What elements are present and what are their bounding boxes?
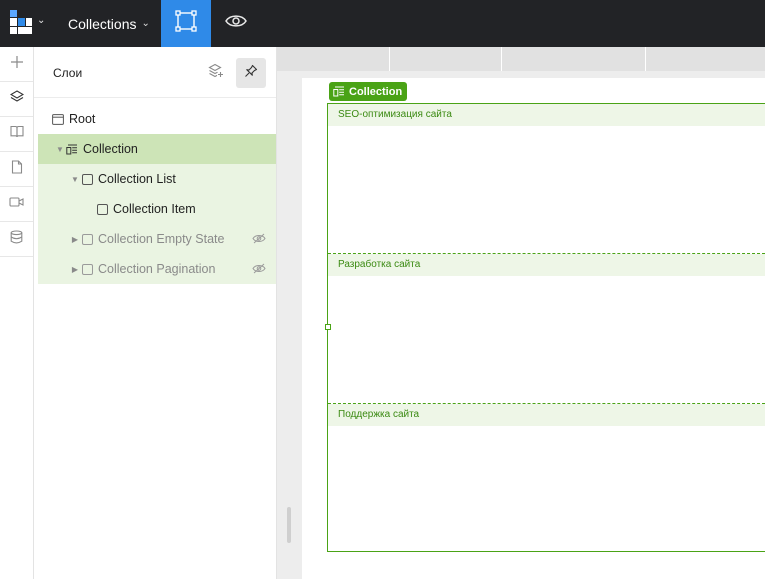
collection-badge[interactable]: Collection xyxy=(329,82,408,101)
layer-root[interactable]: Root xyxy=(38,104,276,134)
eye-hidden-icon[interactable] xyxy=(252,263,266,277)
layer-label: Collection Empty State xyxy=(98,232,225,246)
pages-panel-button[interactable] xyxy=(0,152,33,187)
database-icon xyxy=(10,229,23,249)
item-title: Разработка сайта xyxy=(328,254,765,276)
layer-label: Collection xyxy=(83,142,138,156)
media-panel-button[interactable] xyxy=(0,187,33,222)
page-selector[interactable]: Collections ⌄ xyxy=(62,0,156,47)
box-icon xyxy=(81,233,93,245)
breakpoint-bar[interactable] xyxy=(277,47,765,71)
design-mode-button[interactable] xyxy=(161,0,211,47)
layer-label: Collection Item xyxy=(113,202,196,216)
chevron-down-icon: ⌄ xyxy=(141,18,150,29)
collection-badge-label: Collection xyxy=(349,85,403,98)
layers-panel: Слои Root ▼ Collection ▼ Collection List… xyxy=(34,47,277,579)
cms-panel-button[interactable] xyxy=(0,222,33,257)
logo-icon[interactable] xyxy=(10,10,32,34)
top-bar: ⌄ Collections ⌄ xyxy=(0,0,765,47)
breakpoint-segment[interactable] xyxy=(277,47,390,71)
page-icon xyxy=(11,159,23,179)
caret-down-icon[interactable]: ▼ xyxy=(69,175,81,184)
caret-down-icon[interactable]: ▼ xyxy=(54,145,66,154)
layer-collection[interactable]: ▼ Collection xyxy=(38,134,276,164)
layer-empty-state[interactable]: ▶ Collection Empty State xyxy=(38,224,276,254)
item-title: Поддержка сайта xyxy=(328,404,765,426)
page-name: Collections xyxy=(68,15,137,32)
add-layer-icon xyxy=(208,63,224,84)
eye-hidden-icon[interactable] xyxy=(252,233,266,247)
layer-collection-list[interactable]: ▼ Collection List xyxy=(38,164,276,194)
video-icon xyxy=(9,195,24,213)
box-icon xyxy=(81,173,93,185)
breakpoint-segment[interactable] xyxy=(646,47,765,71)
box-icon xyxy=(96,203,108,215)
caret-right-icon[interactable]: ▶ xyxy=(69,265,81,274)
layer-label: Collection List xyxy=(98,172,176,186)
box-icon xyxy=(81,263,93,275)
breakpoint-segment[interactable] xyxy=(390,47,502,71)
window-icon xyxy=(52,113,64,125)
chevron-down-icon[interactable]: ⌄ xyxy=(37,15,45,26)
panel-title: Слои xyxy=(53,66,83,80)
breakpoint-segment[interactable] xyxy=(502,47,646,71)
collection-item[interactable]: Поддержка сайта xyxy=(328,404,765,554)
pin-icon xyxy=(244,64,258,83)
layer-pagination[interactable]: ▶ Collection Pagination xyxy=(38,254,276,284)
layer-label: Root xyxy=(69,112,96,126)
pin-panel-button[interactable] xyxy=(236,58,266,88)
add-panel-button[interactable] xyxy=(0,47,33,82)
resize-handle[interactable] xyxy=(287,507,291,543)
layers-icon xyxy=(9,89,24,109)
book-icon xyxy=(9,125,24,143)
add-layer-button[interactable] xyxy=(201,58,231,88)
layers-panel-header: Слои xyxy=(34,47,276,98)
collection-item[interactable]: Разработка сайта xyxy=(328,254,765,404)
tool-rail xyxy=(0,47,34,579)
caret-right-icon[interactable]: ▶ xyxy=(69,235,81,244)
item-title: SEO-оптимизация сайта xyxy=(328,104,765,126)
eye-icon xyxy=(225,13,247,34)
assets-panel-button[interactable] xyxy=(0,117,33,152)
layer-tree: Root ▼ Collection ▼ Collection List Coll… xyxy=(38,104,276,284)
collection-icon xyxy=(66,144,78,155)
plus-icon xyxy=(10,55,24,74)
layer-collection-item[interactable]: Collection Item xyxy=(38,194,276,224)
collection-item[interactable]: SEO-оптимизация сайта xyxy=(328,104,765,254)
layers-panel-button[interactable] xyxy=(0,82,33,117)
frame-select-icon xyxy=(175,10,197,37)
layer-label: Collection Pagination xyxy=(98,262,216,276)
preview-mode-button[interactable] xyxy=(211,0,261,47)
collection-icon xyxy=(333,86,344,97)
